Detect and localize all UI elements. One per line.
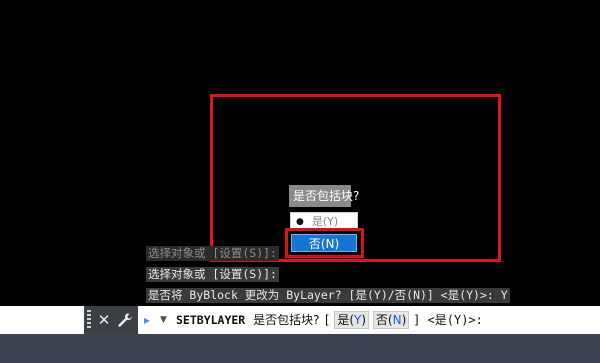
bullet-icon: ● bbox=[296, 217, 304, 227]
option-no-prefix: 否( bbox=[375, 313, 393, 327]
command-line-input[interactable]: SETBYLAYER 是否包括块? [ 是(Y) 否(N) ] <是(Y)>: bbox=[176, 306, 483, 334]
annotation-highlight-box bbox=[285, 228, 364, 258]
option-yes-button[interactable]: 是(Y) bbox=[334, 311, 370, 329]
option-no-suffix: ) bbox=[401, 313, 407, 327]
wrench-icon[interactable] bbox=[116, 310, 134, 330]
command-line-tools: ✕ bbox=[94, 306, 138, 334]
command-line-bar: ✕ ▸ ▼ SETBYLAYER 是否包括块? [ 是(Y) 否(N) ] <是… bbox=[0, 306, 600, 334]
dynamic-option-yes-label: 是(Y) bbox=[311, 215, 339, 228]
history-line-2: 选择对象或 [设置(S)]: bbox=[146, 267, 279, 282]
command-tail: ] <是(Y)>: bbox=[413, 313, 483, 327]
dynamic-input-prompt: 是否包括块? bbox=[289, 185, 359, 207]
option-yes-suffix: ) bbox=[361, 313, 367, 327]
close-icon[interactable]: ✕ bbox=[95, 310, 113, 330]
option-yes-prefix: 是( bbox=[337, 313, 355, 327]
history-line-1: 选择对象或 [设置(S)]: bbox=[146, 246, 279, 261]
history-line-3: 是否将 ByBlock 更改为 ByLayer? [是(Y)/否(N)] <是(… bbox=[146, 288, 510, 303]
command-prompt-icon: ▸ bbox=[144, 313, 151, 327]
chevron-down-icon: ▼ bbox=[160, 315, 167, 325]
dynamic-option-yes[interactable]: ● 是(Y) bbox=[290, 212, 358, 229]
option-no-key: N bbox=[392, 313, 402, 327]
bracket-open: [ bbox=[323, 313, 331, 327]
status-bar bbox=[0, 334, 600, 363]
command-name: SETBYLAYER bbox=[176, 313, 246, 327]
command-line-grip-handle[interactable] bbox=[84, 306, 94, 334]
command-prompt-text: 是否包括块? bbox=[253, 313, 320, 327]
recent-commands-dropdown[interactable]: ▸ ▼ bbox=[142, 310, 172, 330]
option-no-button[interactable]: 否(N) bbox=[372, 311, 410, 329]
